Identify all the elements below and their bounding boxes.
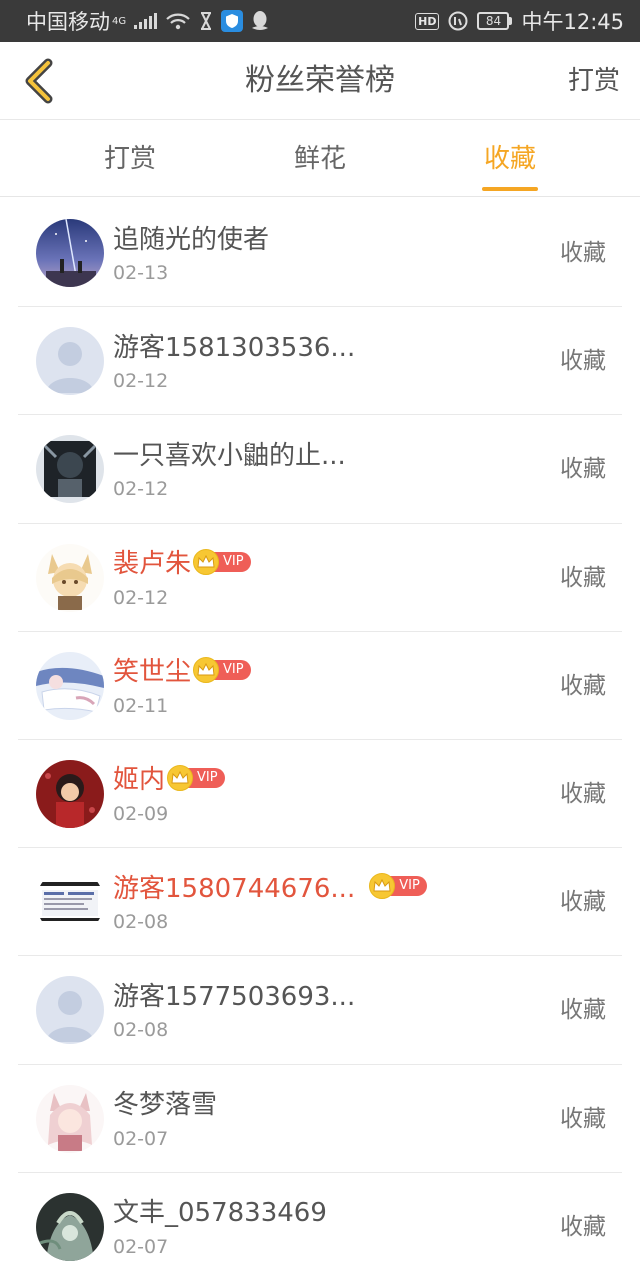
- user-name[interactable]: 文丰_057833469: [113, 1192, 327, 1229]
- avatar[interactable]: [36, 651, 104, 720]
- list-item[interactable]: 游客1581303536... 02-12 收藏: [18, 307, 622, 416]
- crown-icon: [197, 554, 215, 568]
- battery-level: 84: [477, 12, 510, 30]
- user-name[interactable]: 追随光的使者: [113, 219, 269, 256]
- wifi-icon: [165, 12, 191, 30]
- favorite-date: 02-08: [113, 1019, 169, 1042]
- user-name[interactable]: 游客1577503693...: [113, 976, 355, 1013]
- tab-flowers[interactable]: 鲜花: [255, 121, 385, 197]
- user-name[interactable]: 一只喜欢小鼬的止...: [113, 435, 346, 472]
- hourglass-icon: [199, 12, 213, 30]
- signal-bars-icon: [134, 13, 158, 29]
- avatar[interactable]: [36, 543, 104, 612]
- avatar[interactable]: [36, 976, 104, 1045]
- user-name[interactable]: 游客1580744676...: [113, 868, 355, 905]
- list-item[interactable]: 文丰_057833469 02-07 收藏: [18, 1173, 622, 1280]
- name-line: 游客1577503693...: [113, 974, 355, 1014]
- favorite-date: 02-13: [113, 262, 169, 284]
- crown-icon-circle: [193, 656, 220, 683]
- list-item[interactable]: 姬内 VIP 02-09 收藏: [18, 740, 622, 849]
- action-label: 收藏: [560, 456, 606, 483]
- avatar[interactable]: [36, 327, 104, 396]
- favorite-date: 02-11: [113, 694, 169, 717]
- action-label: 收藏: [560, 780, 606, 807]
- favorite-date: 02-07: [113, 1235, 169, 1258]
- name-line: 游客1581303536...: [113, 325, 355, 365]
- avatar[interactable]: [36, 435, 104, 504]
- tab-label: 鲜花: [293, 144, 346, 174]
- name-line: 冬梦落雪: [113, 1083, 217, 1123]
- action-label: 收藏: [560, 240, 606, 266]
- back-button[interactable]: [14, 56, 64, 106]
- crown-icon: [197, 662, 215, 676]
- carrier-name: 中国移动: [26, 10, 110, 34]
- tab-label: 收藏: [483, 144, 536, 174]
- tab-reward[interactable]: 打赏: [65, 121, 195, 197]
- action-label: 收藏: [560, 1105, 606, 1132]
- user-name[interactable]: 游客1581303536...: [113, 327, 355, 364]
- clock: 中午12:45: [521, 10, 624, 34]
- action-label: 收藏: [560, 997, 606, 1024]
- action-label: 收藏: [560, 1213, 606, 1240]
- list-item[interactable]: 追随光的使者 02-13 收藏: [18, 199, 622, 308]
- tab-label: 打赏: [103, 144, 156, 174]
- status-bar: 中国移动 4G HD 84 中午12:45: [0, 0, 640, 42]
- list-item[interactable]: 一只喜欢小鼬的止... 02-12 收藏: [18, 415, 622, 524]
- battery-icon: 84: [477, 12, 513, 30]
- name-line: 笑世尘 VIP: [113, 650, 251, 690]
- name-line: 裴卢朱 VIP: [113, 542, 251, 582]
- list-item[interactable]: 冬梦落雪 02-07 收藏: [18, 1065, 622, 1173]
- list-item[interactable]: 游客1577503693... 02-08 收藏: [18, 956, 622, 1065]
- name-line: 文丰_057833469: [113, 1191, 327, 1231]
- avatar[interactable]: [36, 1084, 104, 1153]
- list-item[interactable]: 笑世尘 VIP 02-11 收藏: [18, 632, 622, 740]
- vip-badge: VIP: [167, 764, 225, 791]
- action-label: 收藏: [560, 564, 606, 591]
- fan-list: 追随光的使者 02-13 收藏 游客1581303536... 02-12 收藏 一只喜欢小…: [0, 199, 640, 1280]
- name-line: 姬内 VIP: [113, 758, 225, 798]
- favorite-date: 02-08: [113, 911, 169, 934]
- user-name[interactable]: 笑世尘: [113, 651, 191, 688]
- avatar[interactable]: [36, 759, 104, 828]
- favorite-date: 02-12: [113, 478, 169, 501]
- penguin-icon: [251, 10, 269, 32]
- tab-favorites[interactable]: 收藏: [445, 121, 575, 197]
- favorite-date: 02-12: [113, 370, 169, 393]
- crown-icon: [171, 770, 189, 784]
- reward-button[interactable]: 打赏: [568, 42, 620, 120]
- action-label: 收藏: [560, 672, 606, 699]
- shield-app-icon: [221, 10, 244, 32]
- user-name[interactable]: 姬内: [113, 759, 165, 796]
- crown-icon: [373, 879, 391, 892]
- tab-bar: 打赏 鲜花 收藏: [0, 121, 640, 197]
- crown-icon-circle: [193, 548, 220, 575]
- favorite-date: 02-07: [113, 1127, 169, 1150]
- network-type: 4G: [112, 16, 127, 27]
- name-line: 一只喜欢小鼬的止...: [113, 433, 346, 473]
- avatar[interactable]: [36, 1192, 104, 1261]
- name-line: 追随光的使者: [113, 217, 269, 257]
- hd-icon: HD: [415, 12, 440, 30]
- favorite-date: 02-09: [113, 802, 169, 825]
- chevron-left-icon: [25, 58, 53, 104]
- active-tab-indicator: [482, 187, 538, 191]
- crown-icon-circle: [167, 764, 194, 791]
- list-item[interactable]: 裴卢朱 VIP 02-12 收藏: [18, 524, 622, 632]
- vip-badge: VIP: [369, 873, 427, 900]
- vip-badge: VIP: [193, 656, 251, 683]
- favorite-date: 02-12: [113, 586, 169, 609]
- avatar[interactable]: [36, 219, 104, 287]
- action-label: 收藏: [560, 348, 606, 375]
- nav-bar: 粉丝荣誉榜 打赏: [0, 42, 640, 120]
- action-label: 收藏: [560, 889, 606, 916]
- page-title: 粉丝荣誉榜: [245, 63, 395, 98]
- volte-icon: [448, 11, 468, 31]
- name-line: 游客1580744676... VIP: [113, 866, 427, 906]
- user-name[interactable]: 冬梦落雪: [113, 1084, 217, 1121]
- user-name[interactable]: 裴卢朱: [113, 543, 191, 580]
- vip-badge: VIP: [193, 548, 251, 575]
- list-item[interactable]: 游客1580744676... VIP 02-08 收藏: [18, 848, 622, 957]
- avatar[interactable]: [36, 868, 104, 937]
